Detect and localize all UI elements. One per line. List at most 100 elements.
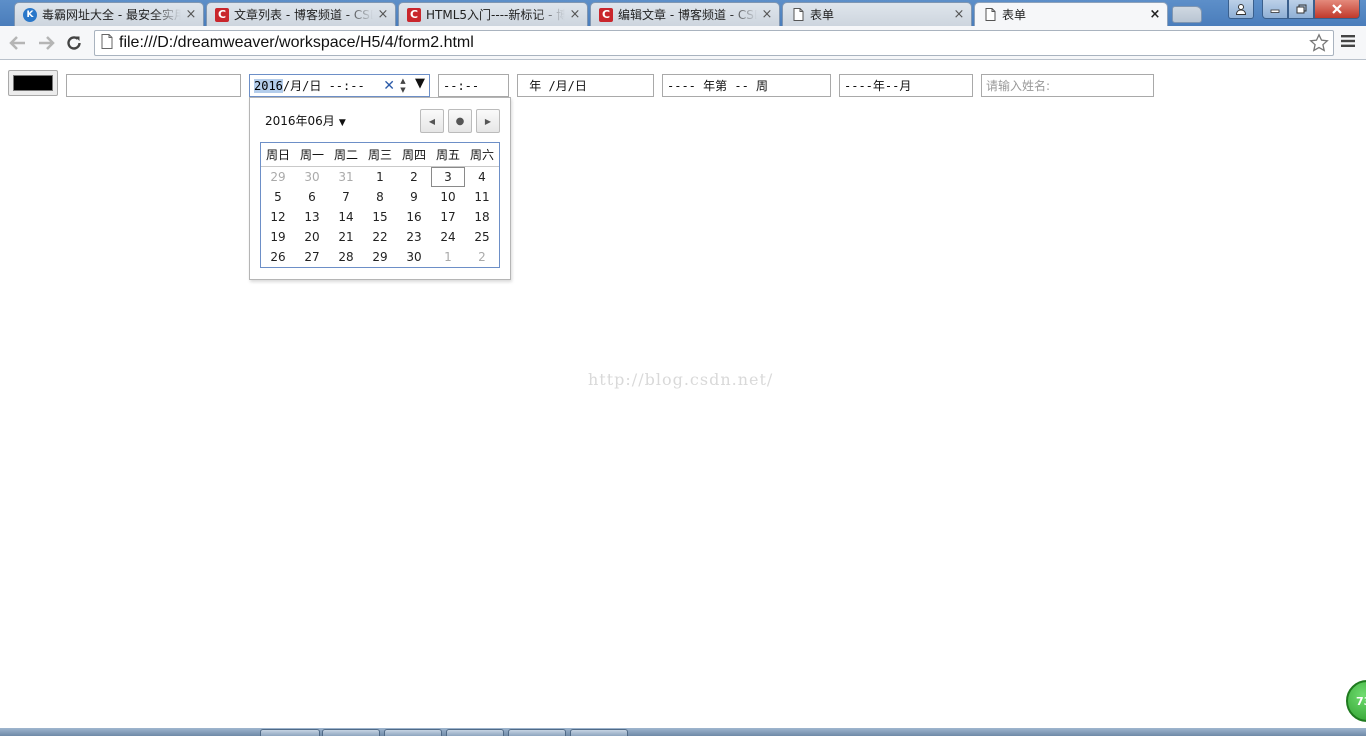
taskbar-item[interactable] <box>446 729 504 736</box>
datetime-rest-segment[interactable]: /月/日 --:-- <box>283 77 365 94</box>
calendar-day[interactable]: 10 <box>431 187 465 207</box>
calendar-day[interactable]: 13 <box>295 207 329 227</box>
month-input[interactable]: ----年--月 <box>839 74 973 97</box>
calendar-day[interactable]: 12 <box>261 207 295 227</box>
taskbar-item[interactable] <box>570 729 628 736</box>
close-icon[interactable]: × <box>761 8 773 21</box>
calendar-day[interactable]: 2 <box>465 247 499 267</box>
calendar-day[interactable]: 7 <box>329 187 363 207</box>
triangle-right-icon: ▶ <box>484 116 492 126</box>
new-tab-button[interactable] <box>1172 6 1202 23</box>
calendar-day[interactable]: 4 <box>465 167 499 187</box>
csdn-icon: C <box>599 7 613 22</box>
calendar-day[interactable]: 1 <box>363 167 397 187</box>
calendar-day[interactable]: 11 <box>465 187 499 207</box>
calendar-day[interactable]: 27 <box>295 247 329 267</box>
calendar-day[interactable]: 30 <box>295 167 329 187</box>
month-year-selector[interactable]: 2016年06月 ▼ <box>265 112 346 129</box>
calendar-week-row: 5 6 7 8 9 10 11 <box>261 187 499 207</box>
weekday-label: 周五 <box>435 148 460 162</box>
calendar-day[interactable]: 29 <box>363 247 397 267</box>
menu-icon[interactable] <box>1340 34 1356 52</box>
calendar-day[interactable]: 23 <box>397 227 431 247</box>
weekday-label: 周四 <box>401 148 426 162</box>
watermark-text: http://blog.csdn.net/ <box>588 370 774 389</box>
close-icon[interactable]: × <box>1149 8 1161 21</box>
taskbar-item[interactable] <box>322 729 380 736</box>
color-input[interactable] <box>8 70 58 96</box>
forward-arrow-icon[interactable] <box>34 31 58 55</box>
bookmark-star-icon[interactable] <box>1309 33 1329 57</box>
tab-title: 表单 <box>810 8 835 22</box>
datetime-input[interactable]: 2016/月/日 --:-- ✕ ▲ ▼ ▼ <box>249 74 430 97</box>
calendar-day[interactable]: 21 <box>329 227 363 247</box>
calendar-day[interactable]: 9 <box>397 187 431 207</box>
taskbar-item[interactable] <box>384 729 442 736</box>
close-icon[interactable]: × <box>185 8 197 21</box>
restore-icon[interactable] <box>1288 0 1314 19</box>
tab-article-list[interactable]: C 文章列表 - 博客频道 - CSDN × <box>206 2 396 26</box>
back-arrow-icon[interactable] <box>6 31 30 55</box>
calendar-day[interactable]: 25 <box>465 227 499 247</box>
tab-form-1[interactable]: 表单 × <box>782 2 972 26</box>
page-icon <box>983 8 997 22</box>
calendar-day[interactable]: 22 <box>363 227 397 247</box>
clear-icon[interactable]: ✕ <box>383 78 395 94</box>
calendar-day[interactable]: 14 <box>329 207 363 227</box>
calendar-day[interactable]: 5 <box>261 187 295 207</box>
weekday-header-row: 周日 周一 周二 周三 周四 周五 周六 <box>261 143 499 167</box>
date-input[interactable]: 年 /月/日 <box>517 74 654 97</box>
calendar-day[interactable]: 18 <box>465 207 499 227</box>
user-icon[interactable] <box>1228 0 1254 19</box>
calendar-day[interactable]: 16 <box>397 207 431 227</box>
calendar-day[interactable]: 19 <box>261 227 295 247</box>
calendar-day[interactable]: 15 <box>363 207 397 227</box>
calendar-day[interactable]: 30 <box>397 247 431 267</box>
caret-down-icon: ▼ <box>338 118 346 128</box>
calendar-week-row: 29 30 31 1 2 3 4 <box>261 167 499 187</box>
close-icon[interactable]: × <box>377 8 389 21</box>
calendar-day[interactable]: 20 <box>295 227 329 247</box>
minimize-icon[interactable] <box>1262 0 1288 19</box>
calendar-day[interactable]: 26 <box>261 247 295 267</box>
datetime-year-segment[interactable]: 2016 <box>254 78 283 93</box>
weekday-label: 周日 <box>265 148 290 162</box>
reload-icon[interactable] <box>62 31 86 55</box>
tab-edit-article[interactable]: C 编辑文章 - 博客频道 - CSDN × <box>590 2 780 26</box>
date-picker-popup: 2016年06月 ▼ ◀ ● ▶ 周日 周一 周二 周三 周四 周五 周六 29 … <box>249 97 511 280</box>
close-icon[interactable]: × <box>953 8 965 21</box>
calendar-day[interactable]: 3 <box>431 167 465 187</box>
spinner-icon[interactable]: ▲ ▼ <box>397 77 409 95</box>
calendar-day[interactable]: 28 <box>329 247 363 267</box>
calendar-day[interactable]: 29 <box>261 167 295 187</box>
taskbar-item[interactable] <box>260 729 320 736</box>
tab-form-active[interactable]: 表单 × <box>974 2 1168 26</box>
name-input[interactable] <box>981 74 1154 97</box>
tab-title: HTML5入门----新标记 - 博客 <box>426 8 565 22</box>
tab-html5-intro[interactable]: C HTML5入门----新标记 - 博客 × <box>398 2 588 26</box>
time-input[interactable]: --:-- <box>438 74 509 97</box>
weekday-label: 周六 <box>469 148 494 162</box>
prev-month-button[interactable]: ◀ <box>420 109 444 133</box>
calendar-day[interactable]: 6 <box>295 187 329 207</box>
taskbar-item[interactable] <box>508 729 566 736</box>
week-input[interactable]: ---- 年第 -- 周 <box>662 74 831 97</box>
close-icon[interactable]: × <box>569 8 581 21</box>
weekday-label: 周二 <box>333 148 358 162</box>
text-input[interactable] <box>66 74 241 97</box>
dropdown-arrow-icon[interactable]: ▼ <box>415 76 425 91</box>
window-close-icon[interactable] <box>1314 0 1360 19</box>
page-icon <box>101 33 113 53</box>
today-button[interactable]: ● <box>448 109 472 133</box>
tab-duba[interactable]: K 毒霸网址大全 - 最安全实用 × <box>14 2 204 26</box>
csdn-icon: C <box>407 7 421 22</box>
calendar-day[interactable]: 17 <box>431 207 465 227</box>
speed-badge[interactable]: 73 <box>1346 680 1366 722</box>
calendar-day[interactable]: 2 <box>397 167 431 187</box>
next-month-button[interactable]: ▶ <box>476 109 500 133</box>
calendar-day[interactable]: 1 <box>431 247 465 267</box>
calendar-day[interactable]: 31 <box>329 167 363 187</box>
address-bar[interactable]: file:///D:/dreamweaver/workspace/H5/4/fo… <box>94 30 1334 56</box>
calendar-day[interactable]: 8 <box>363 187 397 207</box>
calendar-day[interactable]: 24 <box>431 227 465 247</box>
